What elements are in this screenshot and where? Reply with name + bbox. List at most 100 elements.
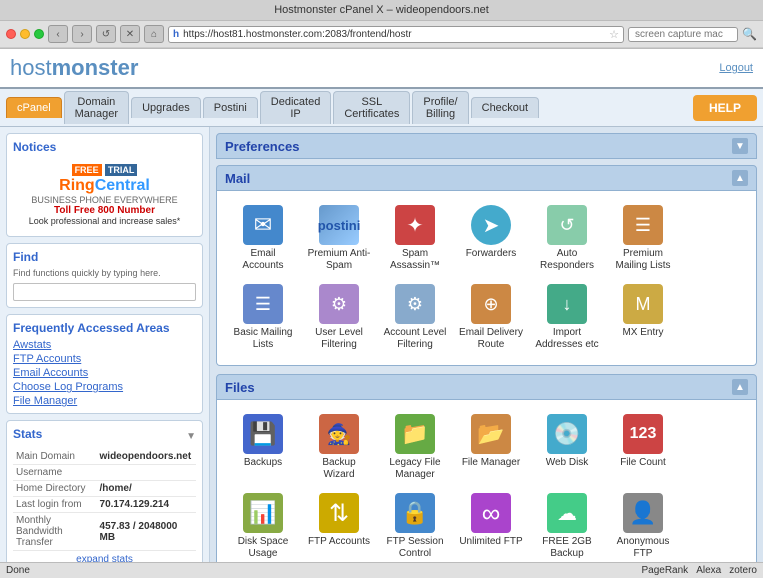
backup-wizard-label: Backup Wizard bbox=[307, 457, 371, 481]
files-icon-file-manager[interactable]: 📂 File Manager bbox=[455, 410, 527, 485]
close-button[interactable] bbox=[6, 29, 16, 39]
stats-collapse-button[interactable]: ▼ bbox=[186, 431, 196, 442]
page: hostmonster Logout cPanel DomainManager … bbox=[0, 49, 763, 569]
mail-collapse-button[interactable]: ▲ bbox=[732, 170, 748, 186]
stats-value-lastlogin: 70.174.129.214 bbox=[97, 497, 196, 513]
forwarders-label: Forwarders bbox=[466, 248, 517, 260]
refresh-button[interactable]: ↺ bbox=[96, 25, 116, 43]
maximize-button[interactable] bbox=[34, 29, 44, 39]
home-button[interactable]: ⌂ bbox=[144, 25, 164, 43]
zotero-label: zotero bbox=[729, 565, 757, 576]
favicon: h bbox=[173, 29, 179, 40]
browser-chrome: Hostmonster cPanel X – wideopendoors.net… bbox=[0, 0, 763, 49]
auto-responders-label: Auto Responders bbox=[535, 248, 599, 272]
browser-toolbar: ‹ › ↺ ✕ ⌂ h https://host81.hostmonster.c… bbox=[0, 21, 763, 48]
find-input[interactable] bbox=[13, 283, 196, 301]
logout-button[interactable]: Logout bbox=[719, 62, 753, 74]
premium-mailing-icon: ☰ bbox=[623, 205, 663, 245]
faq-link-ftp[interactable]: FTP Accounts bbox=[13, 353, 196, 365]
files-icon-backups[interactable]: 💾 Backups bbox=[227, 410, 299, 485]
bookmark-star[interactable]: ☆ bbox=[609, 28, 619, 41]
free2gb-label: FREE 2GB Backup bbox=[535, 536, 599, 560]
stats-label-lastlogin: Last login from bbox=[13, 497, 97, 513]
tab-profile-billing[interactable]: Profile/Billing bbox=[412, 91, 468, 124]
tab-domain-manager[interactable]: DomainManager bbox=[64, 91, 129, 124]
files-icon-free2gb[interactable]: ☁ FREE 2GB Backup bbox=[531, 489, 603, 564]
stop-button[interactable]: ✕ bbox=[120, 25, 140, 43]
tab-checkout[interactable]: Checkout bbox=[471, 97, 539, 118]
files-icon-web-disk[interactable]: 💿 Web Disk bbox=[531, 410, 603, 485]
files-collapse-button[interactable]: ▲ bbox=[732, 379, 748, 395]
mail-body: ✉ Email Accounts postini Premium Anti-Sp… bbox=[216, 191, 757, 366]
mail-icon-premium-mailing[interactable]: ☰ Premium Mailing Lists bbox=[607, 201, 679, 276]
files-icon-file-count[interactable]: 123 File Count bbox=[607, 410, 679, 485]
spam-assassin-icon: ✦ bbox=[395, 205, 435, 245]
stats-row-lastlogin: Last login from 70.174.129.214 bbox=[13, 497, 196, 513]
disk-space-label: Disk Space Usage bbox=[231, 536, 295, 560]
stats-label-homedir: Home Directory bbox=[13, 481, 97, 497]
backup-wizard-icon: 🧙 bbox=[319, 414, 359, 454]
stats-label-username: Username bbox=[13, 465, 97, 481]
tab-dedicated-ip[interactable]: DedicatedIP bbox=[260, 91, 332, 124]
preferences-collapse-button[interactable]: ▼ bbox=[732, 138, 748, 154]
mail-icon-acct-filter[interactable]: ⚙ Account Level Filtering bbox=[379, 280, 451, 355]
files-icon-disk-space[interactable]: 📊 Disk Space Usage bbox=[227, 489, 299, 564]
logo-monster: monster bbox=[52, 55, 139, 80]
file-count-icon: 123 bbox=[623, 414, 663, 454]
forward-button[interactable]: › bbox=[72, 25, 92, 43]
acct-filter-label: Account Level Filtering bbox=[383, 327, 447, 351]
tab-postini[interactable]: Postini bbox=[203, 97, 258, 118]
premium-antispam-icon: postini bbox=[319, 205, 359, 245]
stats-label-domain: Main Domain bbox=[13, 449, 97, 465]
faq-link-filemanager[interactable]: File Manager bbox=[13, 395, 196, 407]
files-icon-legacy-fm[interactable]: 📁 Legacy File Manager bbox=[379, 410, 451, 485]
stats-header: Stats ▼ bbox=[13, 427, 196, 445]
anonymous-ftp-label: Anonymous FTP bbox=[611, 536, 675, 560]
mail-icon-delivery[interactable]: ⊕ Email Delivery Route bbox=[455, 280, 527, 355]
faq-section: Frequently Accessed Areas Awstats FTP Ac… bbox=[6, 314, 203, 414]
mail-icon-basic-mailing[interactable]: ☰ Basic Mailing Lists bbox=[227, 280, 299, 355]
disk-space-icon: 📊 bbox=[243, 493, 283, 533]
user-filter-icon: ⚙ bbox=[319, 284, 359, 324]
mail-icon-spam-assassin[interactable]: ✦ Spam Assassin™ bbox=[379, 201, 451, 276]
ad-central: Central bbox=[95, 177, 150, 194]
file-count-label: File Count bbox=[620, 457, 666, 469]
mail-icon-mx[interactable]: M MX Entry bbox=[607, 280, 679, 355]
files-icon-ftp-accounts[interactable]: ⇅ FTP Accounts bbox=[303, 489, 375, 564]
mail-icon-import[interactable]: ↓ Import Addresses etc bbox=[531, 280, 603, 355]
files-icons-grid: 💾 Backups 🧙 Backup Wizard 📁 Legacy File … bbox=[223, 406, 750, 568]
address-bar[interactable]: h https://host81.hostmonster.com:2083/fr… bbox=[168, 26, 624, 43]
files-header: Files ▲ bbox=[216, 374, 757, 400]
files-icon-backup-wizard[interactable]: 🧙 Backup Wizard bbox=[303, 410, 375, 485]
find-title: Find bbox=[13, 250, 196, 264]
spam-assassin-label: Spam Assassin™ bbox=[383, 248, 447, 272]
ftp-accounts-label: FTP Accounts bbox=[308, 536, 370, 548]
stats-table: Main Domain wideopendoors.net Username H… bbox=[13, 449, 196, 551]
legacy-fm-label: Legacy File Manager bbox=[383, 457, 447, 481]
faq-title: Frequently Accessed Areas bbox=[13, 321, 196, 335]
files-icon-unlimited-ftp[interactable]: ∞ Unlimited FTP bbox=[455, 489, 527, 564]
tab-cpanel[interactable]: cPanel bbox=[6, 97, 62, 118]
files-icon-ftp-session[interactable]: 🔒 FTP Session Control bbox=[379, 489, 451, 564]
faq-link-chooselog[interactable]: Choose Log Programs bbox=[13, 381, 196, 393]
files-title: Files bbox=[225, 380, 255, 395]
mail-icon-email-accounts[interactable]: ✉ Email Accounts bbox=[227, 201, 299, 276]
mail-icon-user-filter[interactable]: ⚙ User Level Filtering bbox=[303, 280, 375, 355]
stats-value-bandwidth: 457.83 / 2048000 MB bbox=[97, 513, 196, 551]
tab-ssl-certificates[interactable]: SSLCertificates bbox=[333, 91, 410, 124]
faq-link-awstats[interactable]: Awstats bbox=[13, 339, 196, 351]
tab-upgrades[interactable]: Upgrades bbox=[131, 97, 201, 118]
back-button[interactable]: ‹ bbox=[48, 25, 68, 43]
faq-link-email[interactable]: Email Accounts bbox=[13, 367, 196, 379]
help-button[interactable]: HELP bbox=[693, 95, 757, 121]
web-disk-icon: 💿 bbox=[547, 414, 587, 454]
mail-icon-forwarders[interactable]: ➤ Forwarders bbox=[455, 201, 527, 276]
mail-icon-auto-responders[interactable]: ↺ Auto Responders bbox=[531, 201, 603, 276]
mail-icon-premium-antispam[interactable]: postini Premium Anti-Spam bbox=[303, 201, 375, 276]
nav-tabs: cPanel DomainManager Upgrades Postini De… bbox=[0, 89, 763, 127]
files-icon-anonymous-ftp[interactable]: 👤 Anonymous FTP bbox=[607, 489, 679, 564]
content-area: Notices FREE TRIAL RingCentral BUSINESS … bbox=[0, 127, 763, 569]
minimize-button[interactable] bbox=[20, 29, 30, 39]
ad-ringcentral[interactable]: FREE TRIAL RingCentral BUSINESS PHONE EV… bbox=[13, 158, 196, 230]
search-input[interactable] bbox=[628, 27, 738, 42]
